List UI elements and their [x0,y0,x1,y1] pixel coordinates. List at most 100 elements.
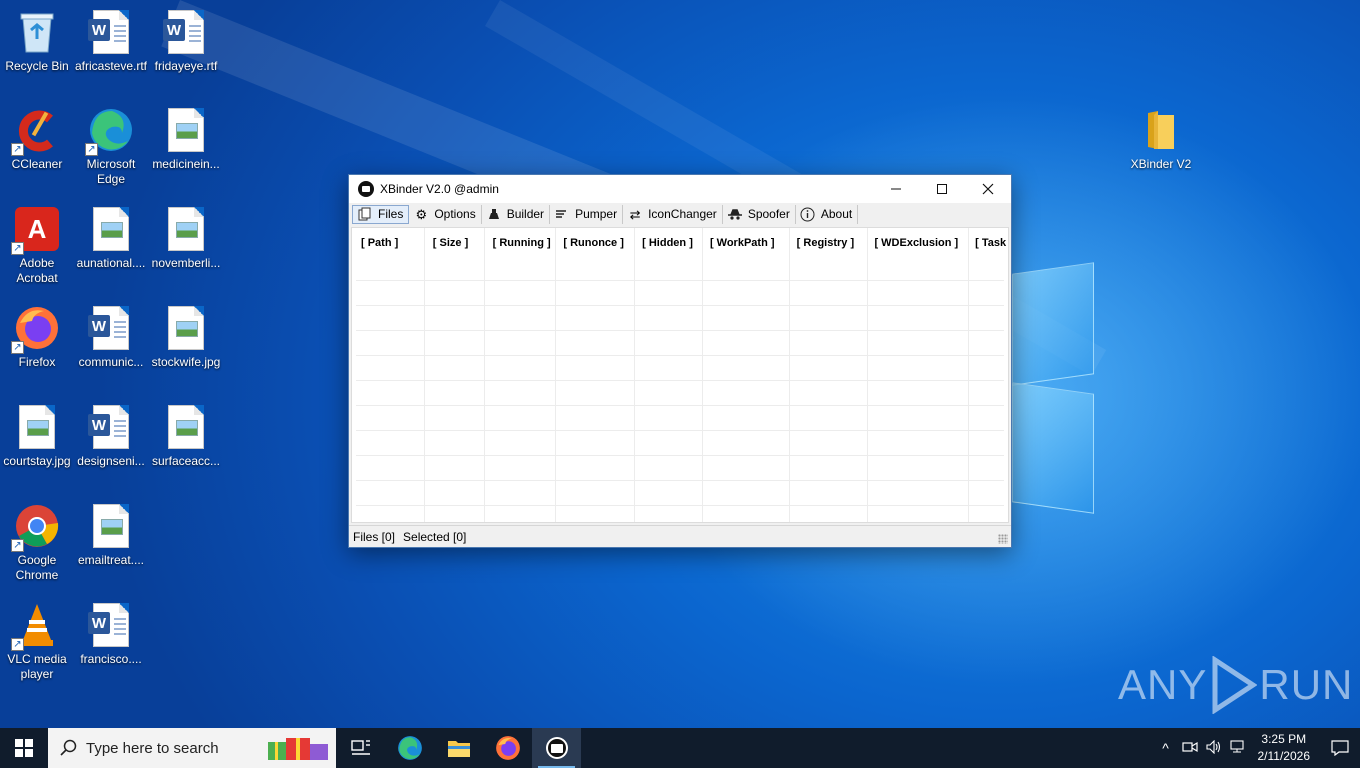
desktop-icon-surfaceacc[interactable]: surfaceacc... [149,403,223,469]
minimize-icon [891,188,901,190]
column-header-runonce[interactable]: [ Runonce ] [554,237,633,249]
row-divider [356,330,1004,331]
tab-label: Pumper [575,207,618,221]
column-header-hidden[interactable]: [ Hidden ] [633,237,701,249]
desktop-icon-recycle-bin[interactable]: Recycle Bin [0,8,74,74]
desktop-icon-stockwife[interactable]: stockwife.jpg [149,304,223,370]
acrobat-icon: A ↗ [11,205,61,255]
desktop-icon-label: aunational.... [76,256,146,270]
title-bar[interactable]: XBinder V2.0 @admin [349,175,1011,203]
tab-label: Builder [506,207,545,221]
maximize-icon [937,184,947,194]
edge-icon [397,736,422,760]
desktop-icon-medicinein[interactable]: medicinein... [149,106,223,172]
desktop-icon-courtstay[interactable]: courtstay.jpg [0,403,74,469]
tab-builder[interactable]: Builder [482,204,551,224]
taskbar-firefox[interactable] [483,728,532,768]
shortcut-arrow-icon: ↗ [11,242,24,255]
column-header-path[interactable]: [ Path ] [352,237,424,249]
desktop-icon-adobe-acrobat[interactable]: A ↗ Adobe Acrobat [0,205,74,286]
xbinder-icon [545,737,568,759]
folder-icon [1137,106,1185,154]
column-header-size[interactable]: [ Size ] [424,237,484,249]
start-button[interactable] [0,728,48,768]
desktop-icon-africasteve[interactable]: W africasteve.rtf [74,8,148,74]
row-divider [356,455,1004,456]
network-icon[interactable] [1226,739,1250,757]
word-doc-icon: W [87,601,135,649]
tab-about[interactable]: About [796,204,859,224]
column-divider [484,228,485,522]
volume-icon[interactable] [1202,739,1226,757]
meet-now-icon[interactable] [1178,740,1202,757]
window-title: XBinder V2.0 @admin [380,182,499,196]
desktop-icon-label: Firefox [18,355,56,369]
shortcut-arrow-icon: ↗ [11,143,24,156]
close-button[interactable] [965,175,1011,203]
swap-icon: ⇄ [629,206,641,222]
tab-label: Files [378,207,404,221]
column-header-task[interactable]: [ Task [966,237,1008,249]
desktop-icon-label: designseni... [77,454,145,468]
tab-label: IconChanger [648,207,717,221]
column-header-wdexclusion[interactable]: [ WDExclusion ] [865,237,966,249]
desktop-icon-label: francisco.... [80,652,142,666]
image-file-icon [162,106,210,154]
taskbar-file-explorer[interactable] [434,728,483,768]
image-file-icon [87,502,135,550]
shortcut-arrow-icon: ↗ [11,341,24,354]
desktop-icon-emailtreat[interactable]: emailtreat.... [74,502,148,568]
tab-options[interactable]: ⚙ Options [409,204,482,224]
chevron-up-icon[interactable]: ^ [1154,740,1178,756]
desktop-icon-aunational[interactable]: aunational.... [74,205,148,271]
desktop-icon-label: communic... [78,355,144,369]
taskbar-xbinder[interactable] [532,728,581,768]
watermark-right-text: RUN [1259,661,1354,708]
tab-files[interactable]: Files [352,204,410,224]
taskbar-clock[interactable]: 3:25 PM 2/11/2026 [1258,731,1311,765]
anyrun-watermark: ANY RUN [1118,656,1353,714]
column-divider [555,228,556,522]
desktop-icon-designseni[interactable]: W designseni... [74,403,148,469]
watermark-left-text: ANY [1118,661,1208,708]
search-icon [60,739,77,756]
desktop-icon-firefox[interactable]: ↗ Firefox [0,304,74,370]
tab-pumper[interactable]: Pumper [550,204,624,224]
desktop-icon-xbinder-folder[interactable]: XBinder V2 [1124,106,1198,172]
column-divider [789,228,790,522]
desktop-icon-communic[interactable]: W communic... [74,304,148,370]
builder-icon [486,206,502,222]
row-divider [356,430,1004,431]
minimize-button[interactable] [873,175,919,203]
notifications-button[interactable] [1320,740,1360,756]
desktop-icon-vlc[interactable]: ↗ VLC media player [0,601,74,682]
play-logo-icon [1212,656,1258,714]
desktop-icon-francisco[interactable]: W francisco.... [74,601,148,667]
tab-spoofer[interactable]: Spoofer [723,204,796,224]
column-header-registry[interactable]: [ Registry ] [788,237,866,249]
files-list-view[interactable]: [ Path ] [ Size ] [ Running ] [ Runonce … [351,227,1009,523]
taskbar-edge[interactable] [385,728,434,768]
recycle-bin-icon [13,8,61,56]
chrome-icon: ↗ [11,502,61,552]
column-header-running[interactable]: [ Running ] [484,237,555,249]
column-divider [968,228,969,522]
row-divider [356,380,1004,381]
taskbar-task-view[interactable] [336,728,385,768]
desktop-icon-novemberli[interactable]: novemberli... [149,205,223,271]
resize-grip-icon[interactable] [998,534,1008,544]
selected-count: Selected [0] [403,529,467,544]
shortcut-arrow-icon: ↗ [11,638,24,651]
desktop-icon-ccleaner[interactable]: ↗ CCleaner [0,106,74,172]
row-divider [356,405,1004,406]
spoofer-icon [727,206,743,222]
taskbar-search-box[interactable]: Type here to search [48,728,336,768]
maximize-button[interactable] [919,175,965,203]
desktop-icon-label: fridayeye.rtf [154,59,218,73]
desktop-icon-microsoft-edge[interactable]: ↗ Microsoft Edge [74,106,148,187]
desktop-icon-google-chrome[interactable]: ↗ Google Chrome [0,502,74,583]
image-file-icon [162,403,210,451]
tab-iconchanger[interactable]: ⇄ IconChanger [623,204,723,224]
column-header-workpath[interactable]: [ WorkPath ] [701,237,788,249]
desktop-icon-fridayeye[interactable]: W fridayeye.rtf [149,8,223,74]
